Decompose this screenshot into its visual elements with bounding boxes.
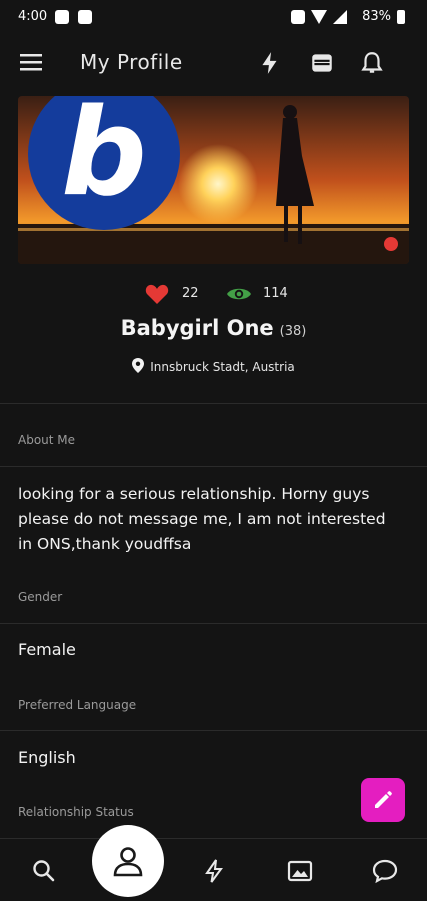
user-icon	[113, 847, 143, 877]
gallery-icon[interactable]	[286, 857, 314, 885]
data-saver-icon	[291, 10, 305, 24]
bell-icon[interactable]	[359, 50, 385, 76]
profile-banner[interactable]: b	[18, 96, 409, 264]
likes-count: 22	[182, 286, 199, 301]
page-title: My Profile	[80, 50, 183, 74]
app-bar: My Profile	[0, 36, 427, 92]
status-icons	[291, 10, 347, 24]
profile-age: (38)	[279, 324, 307, 339]
about-me-label: About Me	[18, 433, 76, 447]
eye-icon	[227, 288, 251, 300]
views-count: 114	[263, 286, 288, 301]
location-pin-icon	[132, 358, 145, 373]
search-icon[interactable]	[30, 857, 58, 885]
battery-icon	[397, 10, 405, 24]
profile-name: Babygirl One	[120, 316, 274, 340]
wallet-icon[interactable]	[309, 50, 335, 76]
location-text: Innsbruck Stadt, Austria	[150, 360, 295, 374]
bottom-navigation	[0, 825, 427, 901]
heart-icon	[145, 284, 169, 304]
profile-location: Innsbruck Stadt, Austria	[0, 358, 427, 374]
wifi-icon	[311, 10, 327, 24]
lightning-icon[interactable]	[200, 857, 228, 885]
notification-icon	[55, 10, 69, 24]
menu-icon[interactable]	[20, 52, 44, 72]
lightning-icon[interactable]	[257, 50, 283, 76]
preferred-language-value: English	[18, 748, 76, 767]
profile-stats: 22 114	[0, 283, 427, 307]
pencil-icon	[375, 791, 392, 808]
gender-label: Gender	[18, 590, 63, 604]
about-me-text: looking for a serious relationship. Horn…	[18, 485, 386, 553]
divider	[0, 730, 427, 731]
divider	[0, 403, 427, 404]
preferred-language-label: Preferred Language	[18, 698, 137, 712]
brand-logo-letter: b	[61, 96, 147, 223]
chat-icon[interactable]	[371, 857, 399, 885]
divider	[0, 466, 427, 467]
profile-nav-button[interactable]	[92, 825, 164, 897]
relationship-status-label: Relationship Status	[18, 805, 134, 819]
edit-profile-button[interactable]	[361, 778, 405, 822]
gender-value: Female	[18, 640, 76, 659]
notification-icon	[78, 10, 92, 24]
divider	[0, 623, 427, 624]
online-status-dot	[384, 237, 398, 251]
battery-percent: 83%	[362, 9, 391, 24]
status-time: 4:00	[18, 9, 48, 24]
signal-icon	[333, 10, 347, 24]
status-bar: 4:00 83%	[0, 0, 427, 34]
profile-name-row: Babygirl One (38)	[0, 316, 427, 340]
